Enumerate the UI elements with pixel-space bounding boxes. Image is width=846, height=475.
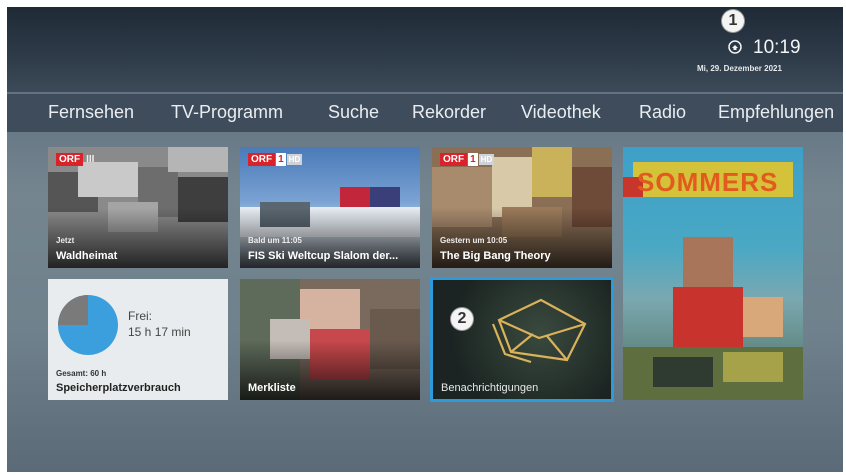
- tile-sublabel: Jetzt: [56, 236, 75, 245]
- tile-waldheimat[interactable]: ORF III Jetzt Waldheimat: [48, 147, 228, 268]
- annotation-marker-2: 2: [451, 308, 473, 330]
- nav-item-fernsehen[interactable]: Fernsehen: [48, 102, 134, 123]
- nav-item-suche[interactable]: Suche: [328, 102, 379, 123]
- tile-sublabel: Bald um 11:05: [248, 236, 302, 245]
- channel-logo-orf1-hd: ORF 1 HD: [248, 153, 303, 166]
- tile-title: The Big Bang Theory: [440, 250, 551, 262]
- channel-logo-orf3: ORF III: [56, 153, 96, 166]
- tile-title: FIS Ski Weltcup Slalom der...: [248, 250, 399, 262]
- top-bar: 1 10:19 Mi, 29. Dezember 2021: [7, 7, 843, 92]
- clock-date: Mi, 29. Dezember 2021: [697, 64, 782, 73]
- nav-item-rekorder[interactable]: Rekorder: [412, 102, 486, 123]
- channel-logo-orf1-hd: ORF 1 HD: [440, 153, 495, 166]
- tile-merkliste[interactable]: Merkliste: [240, 279, 420, 400]
- main-nav: Fernsehen TV-Programm Suche Rekorder Vid…: [7, 94, 843, 132]
- tv-screen: 1 10:19 Mi, 29. Dezember 2021 Fernsehen …: [7, 7, 843, 472]
- annotation-marker-1: 1: [722, 10, 744, 32]
- tile-storage[interactable]: Frei: 15 h 17 min Gesamt: 60 h Speicherp…: [48, 279, 228, 400]
- tile-featured-sommer[interactable]: SOMMERS: [623, 147, 803, 400]
- tile-title: Merkliste: [248, 382, 296, 394]
- envelope-icon: [491, 298, 587, 364]
- tile-big-bang-theory[interactable]: ORF 1 HD Gestern um 10:05 The Big Bang T…: [432, 147, 612, 268]
- tile-fis-ski[interactable]: ORF 1 HD Bald um 11:05 FIS Ski Weltcup S…: [240, 147, 420, 268]
- nav-item-tv-programm[interactable]: TV-Programm: [171, 102, 283, 123]
- tile-title: Speicherplatzverbrauch: [56, 382, 181, 394]
- nav-item-radio[interactable]: Radio: [639, 102, 686, 123]
- storage-total: Gesamt: 60 h: [56, 369, 107, 378]
- storage-free-label: Frei:: [128, 309, 152, 323]
- featured-title-art: SOMMERS: [637, 167, 779, 197]
- tile-title: Benachrichtigungen: [441, 382, 539, 394]
- storage-pie-chart: [58, 295, 118, 355]
- nav-item-empfehlungen[interactable]: Empfehlungen: [718, 102, 834, 123]
- tile-benachrichtigungen[interactable]: 2 Benachrichtigungen: [430, 277, 614, 402]
- clock-time: 10:19: [753, 37, 801, 58]
- nav-item-videothek[interactable]: Videothek: [521, 102, 601, 123]
- tile-title: Waldheimat: [56, 250, 118, 262]
- storage-used-slice: [58, 295, 88, 325]
- tile-sublabel: Gestern um 10:05: [440, 236, 508, 245]
- storage-free-value: 15 h 17 min: [128, 325, 191, 339]
- notification-bell-icon[interactable]: [727, 40, 743, 54]
